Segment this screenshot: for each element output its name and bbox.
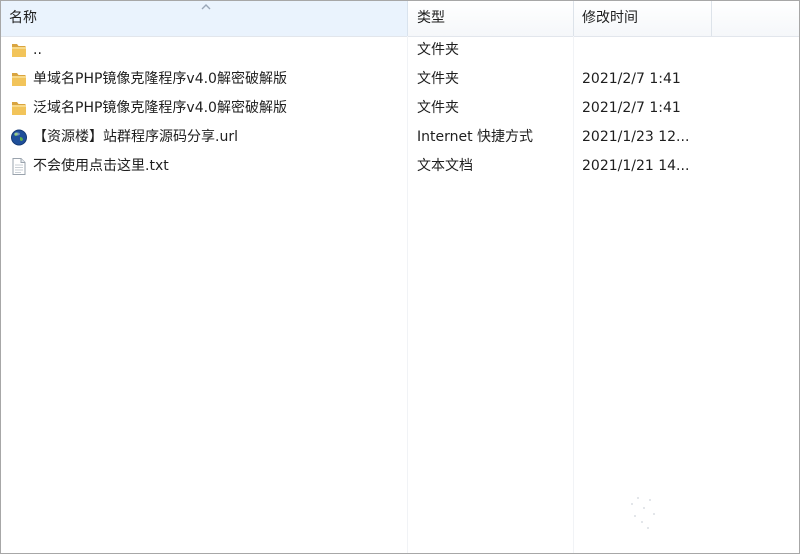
column-header-type-label: 类型: [417, 10, 445, 26]
file-list: .. 文件夹 单域名PHP镜像克隆程序v4.0解密破解版 文件夹 2021/2/…: [1, 36, 799, 181]
column-header-name-label: 名称: [9, 10, 37, 26]
file-list-window: 名称 类型 修改时间 .. 文件夹 单域名PHP镜像克隆程序v4.0解密破解版 …: [0, 0, 800, 554]
file-type: Internet 快捷方式: [417, 129, 534, 145]
column-header-filler: [712, 1, 799, 36]
file-date: 2021/1/21 14...: [582, 158, 690, 174]
file-type: 文本文档: [417, 158, 473, 174]
column-header-type[interactable]: 类型: [408, 1, 574, 36]
file-date: 2021/1/23 12...: [582, 129, 690, 145]
file-name: 【资源楼】站群程序源码分享.url: [33, 129, 238, 145]
file-name: 单域名PHP镜像克隆程序v4.0解密破解版: [33, 71, 287, 87]
globe-icon: [10, 129, 28, 146]
file-name: 泛域名PHP镜像克隆程序v4.0解密破解版: [33, 100, 287, 116]
folder-icon: [10, 42, 28, 59]
file-type: 文件夹: [417, 100, 459, 116]
file-date: [582, 36, 710, 65]
column-header-date-label: 修改时间: [582, 10, 638, 26]
list-item[interactable]: 不会使用点击这里.txt 文本文档 2021/1/21 14...: [1, 152, 799, 181]
file-date: 2021/2/7 1:41: [582, 71, 681, 87]
list-item[interactable]: 单域名PHP镜像克隆程序v4.0解密破解版 文件夹 2021/2/7 1:41: [1, 65, 799, 94]
artifact-dots: [631, 497, 655, 529]
list-item[interactable]: 泛域名PHP镜像克隆程序v4.0解密破解版 文件夹 2021/2/7 1:41: [1, 94, 799, 123]
file-type: 文件夹: [417, 42, 459, 58]
file-type: 文件夹: [417, 71, 459, 87]
list-item[interactable]: 【资源楼】站群程序源码分享.url Internet 快捷方式 2021/1/2…: [1, 123, 799, 152]
column-header: 名称 类型 修改时间: [1, 1, 799, 37]
column-header-date[interactable]: 修改时间: [574, 1, 712, 36]
sort-ascending-icon: [201, 4, 211, 10]
file-name: ..: [33, 42, 42, 58]
column-header-name[interactable]: 名称: [1, 1, 408, 36]
file-date: 2021/2/7 1:41: [582, 100, 681, 116]
text-file-icon: [10, 158, 28, 175]
folder-icon: [10, 100, 28, 117]
folder-icon: [10, 71, 28, 88]
file-name: 不会使用点击这里.txt: [33, 158, 169, 174]
list-item[interactable]: .. 文件夹: [1, 36, 799, 65]
